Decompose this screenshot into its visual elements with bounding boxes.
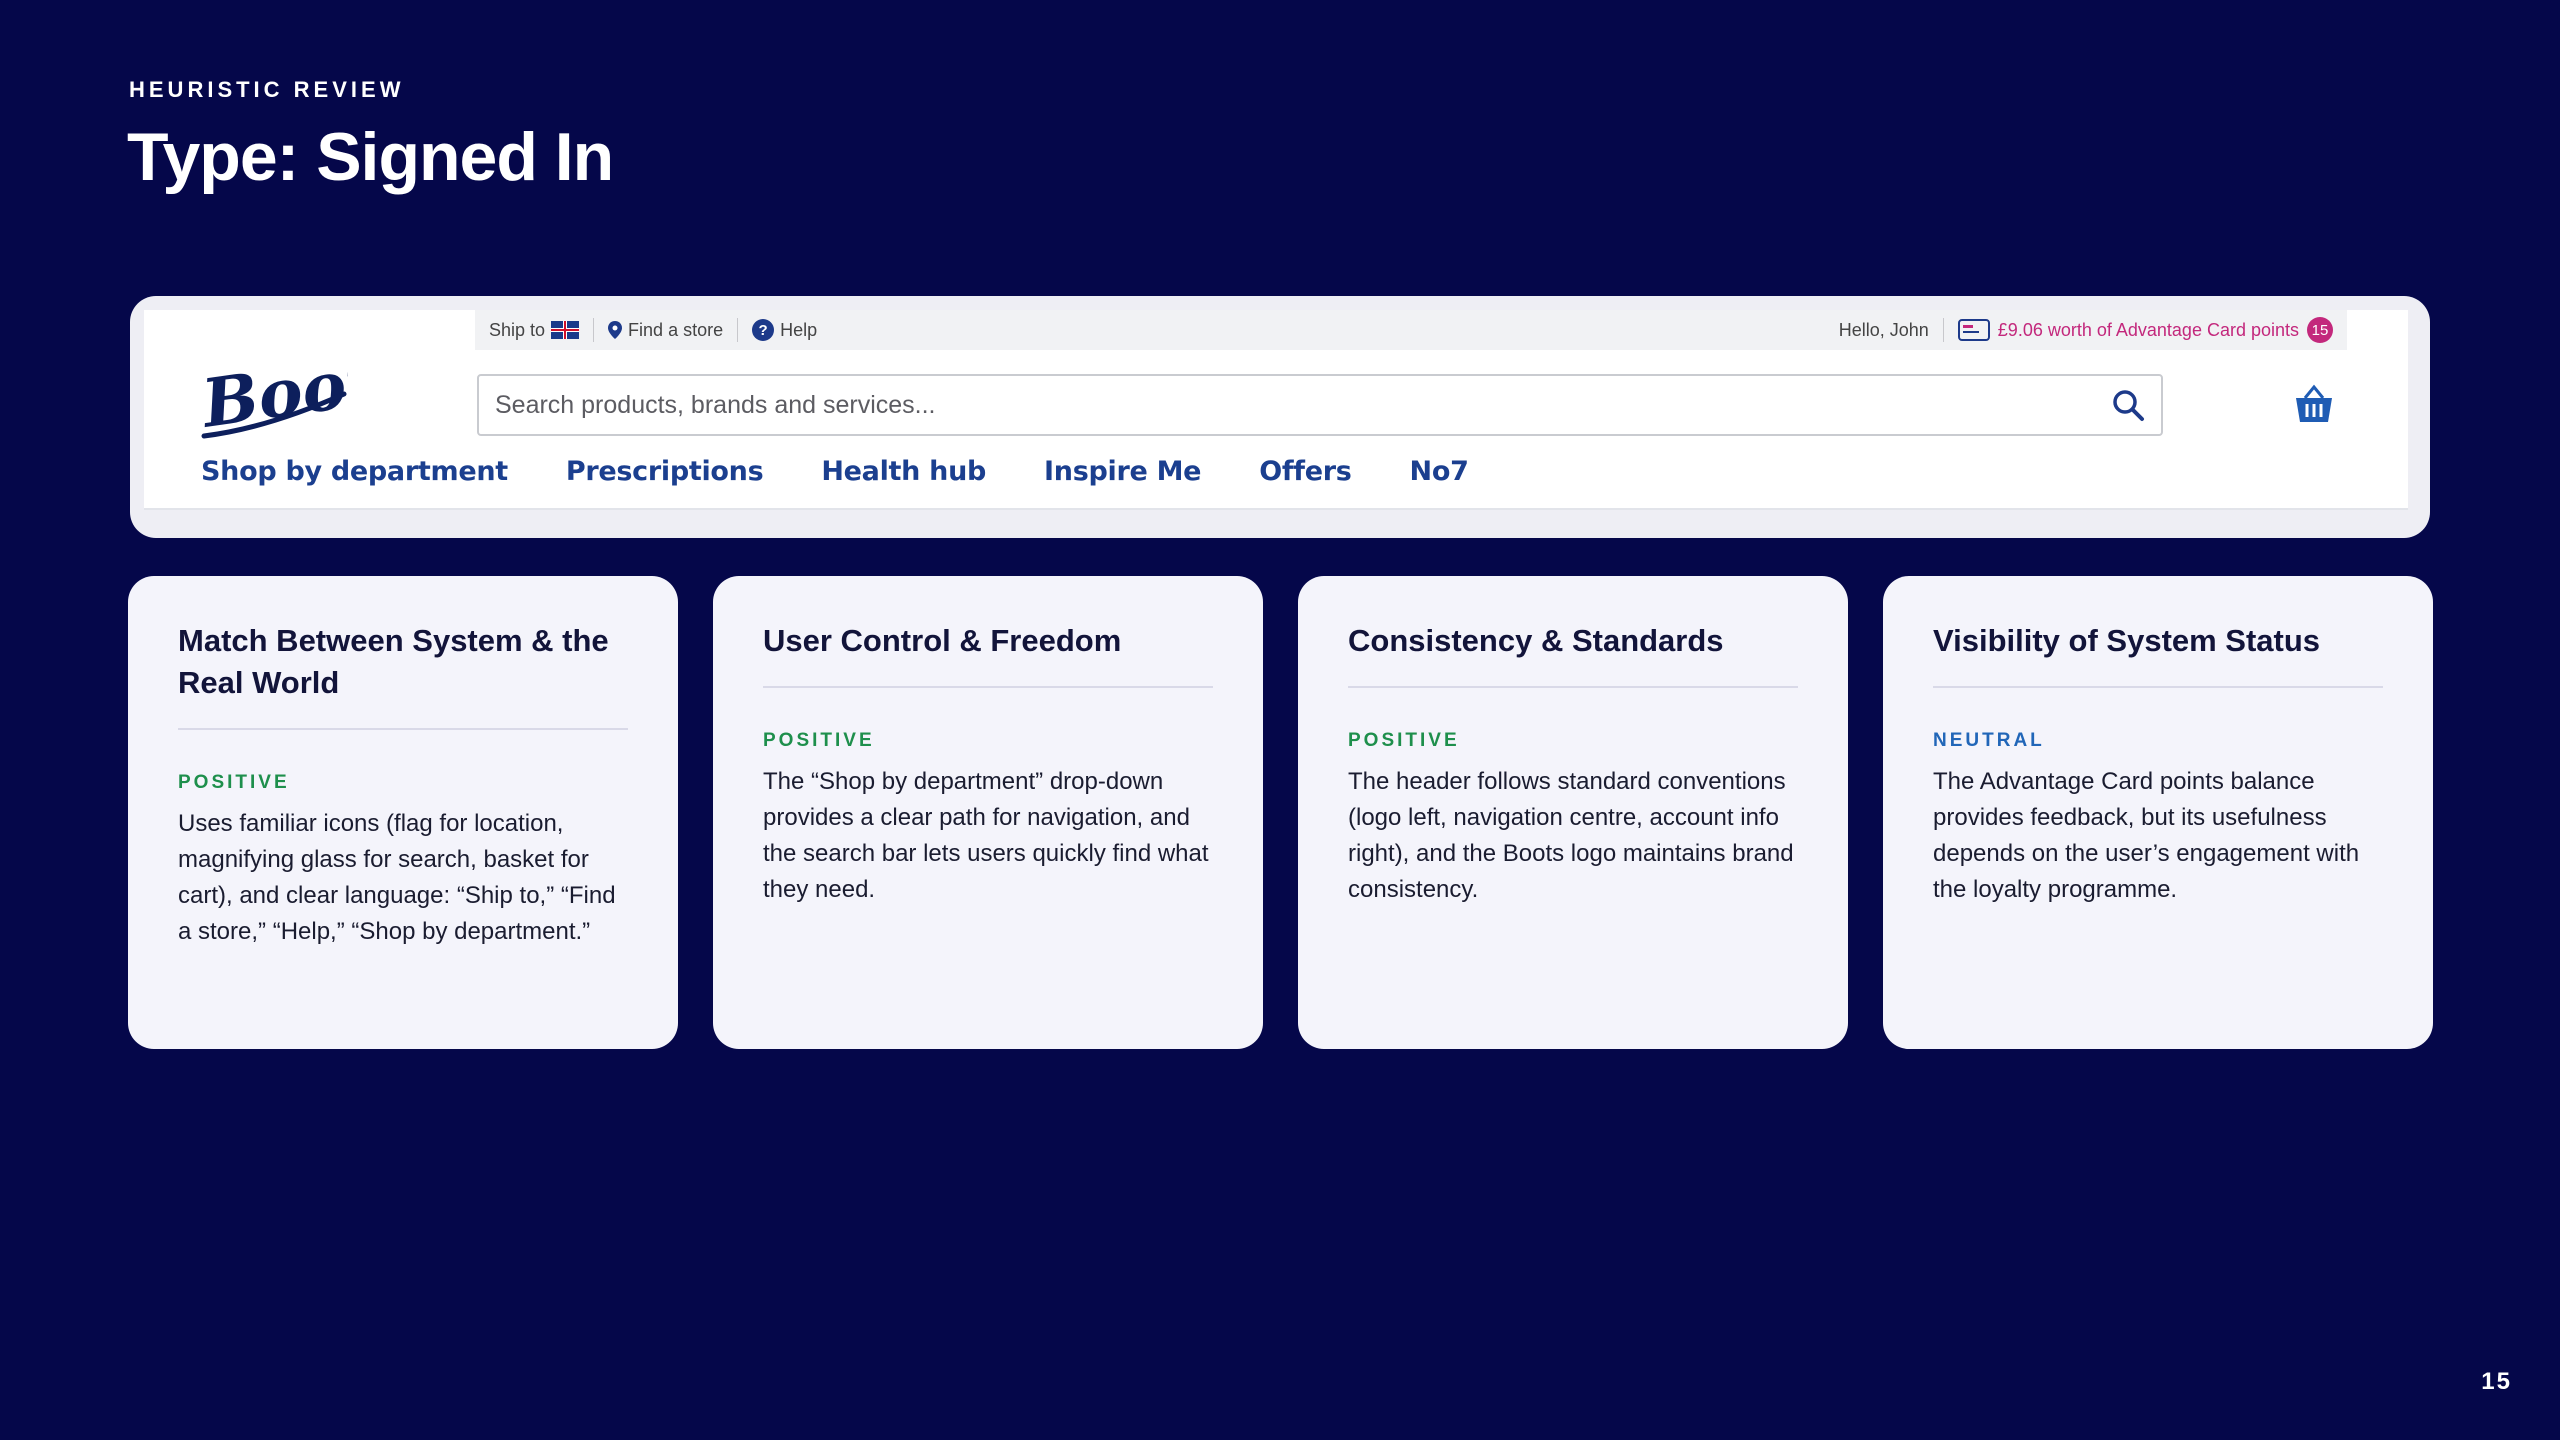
greeting-text: Hello, John (1838, 319, 1929, 340)
help-label: Help (780, 319, 818, 340)
search-input[interactable] (495, 390, 2111, 420)
search-icon[interactable] (2111, 388, 2145, 422)
loyalty-card-icon (1957, 319, 1990, 341)
nav-shop-by-department[interactable]: Shop by department (201, 456, 508, 487)
search-bar (477, 374, 2163, 436)
ship-to-link[interactable]: Ship to (475, 320, 593, 341)
card-tag: POSITIVE (763, 730, 875, 751)
heuristic-card: Match Between System & the Real World PO… (128, 576, 678, 1049)
screenshot-frame: Boots Ship to Find a store ? Help Hello,… (130, 296, 2430, 538)
card-title: Consistency & Standards (1348, 620, 1798, 688)
account-greeting[interactable]: Hello, John (1825, 320, 1943, 341)
page-number: 15 (2481, 1368, 2512, 1395)
card-tag: NEUTRAL (1933, 730, 2045, 751)
ship-to-label: Ship to (489, 319, 546, 340)
utility-bar: Ship to Find a store ? Help Hello, John (475, 310, 2347, 350)
heuristic-card: User Control & Freedom POSITIVE The “Sho… (713, 576, 1263, 1049)
find-store-label: Find a store (628, 319, 724, 340)
nav-prescriptions[interactable]: Prescriptions (566, 456, 764, 487)
svg-text:Boots: Boots (198, 336, 348, 443)
eyebrow-label: HEURISTIC REVIEW (129, 77, 405, 102)
card-title: Visibility of System Status (1933, 620, 2383, 688)
account-area: Hello, John £9.06 worth of Advantage Car… (1825, 310, 2347, 350)
card-text: Uses familiar icons (flag for location, … (178, 810, 616, 945)
slide-title: Type: Signed In (127, 119, 614, 195)
points-badge: 15 (2307, 317, 2333, 343)
card-tag: POSITIVE (178, 772, 290, 793)
heuristic-card: Visibility of System Status NEUTRAL The … (1883, 576, 2433, 1049)
card-text: The “Shop by department” drop-down provi… (763, 768, 1209, 903)
nav-no7[interactable]: No7 (1410, 456, 1469, 487)
nav-health-hub[interactable]: Health hub (821, 456, 986, 487)
help-link[interactable]: ? Help (738, 319, 831, 341)
nav-inspire-me[interactable]: Inspire Me (1044, 456, 1201, 487)
card-title: Match Between System & the Real World (178, 620, 628, 730)
heuristic-card: Consistency & Standards POSITIVE The hea… (1298, 576, 1848, 1049)
location-pin-icon (608, 321, 623, 339)
card-title: User Control & Freedom (763, 620, 1213, 688)
main-navigation: Shop by department Prescriptions Health … (201, 456, 1527, 487)
help-icon: ? (752, 319, 775, 341)
basket-icon[interactable] (2292, 382, 2336, 426)
card-tag: POSITIVE (1348, 730, 1460, 751)
nav-offers[interactable]: Offers (1259, 456, 1352, 487)
card-text: The header follows standard conventions … (1348, 768, 1794, 903)
advantage-points-link[interactable]: £9.06 worth of Advantage Card points 15 (1944, 317, 2347, 343)
uk-flag-icon (551, 321, 580, 339)
boots-logo[interactable]: Boots (198, 332, 348, 452)
points-text: £9.06 worth of Advantage Card points (1997, 319, 2299, 340)
heuristic-cards: Match Between System & the Real World PO… (128, 576, 2433, 1049)
find-store-link[interactable]: Find a store (594, 320, 737, 341)
card-text: The Advantage Card points balance provid… (1933, 768, 2360, 903)
boots-header-screenshot: Boots Ship to Find a store ? Help Hello,… (144, 310, 2408, 510)
